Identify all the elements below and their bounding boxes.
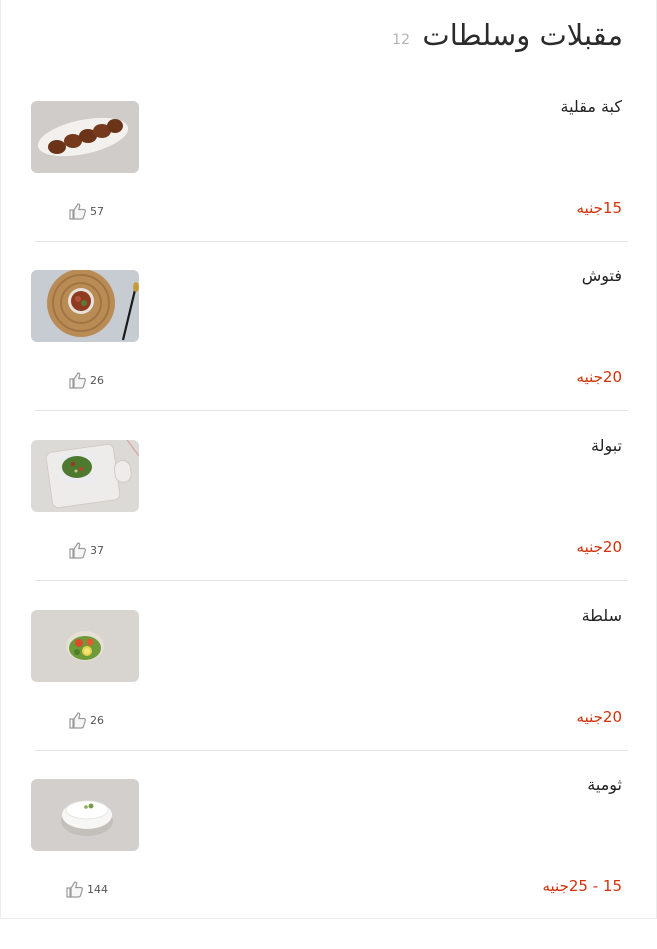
item-price: 20جنيه [576, 708, 622, 726]
menu-item[interactable]: كبة مقلية 57 15جنيه [1, 97, 657, 271]
item-divider [35, 580, 628, 581]
tabbouleh-photo [31, 440, 139, 512]
like-control[interactable]: 57 [68, 202, 104, 220]
item-image[interactable] [31, 779, 139, 851]
item-price: 20جنيه [576, 538, 622, 556]
like-count: 26 [90, 373, 104, 387]
like-control[interactable]: 26 [68, 711, 104, 729]
item-name[interactable]: كبة مقلية [561, 97, 622, 116]
toumieh-photo [31, 779, 139, 851]
item-image[interactable] [31, 610, 139, 682]
item-name[interactable]: سلطة [582, 606, 622, 625]
menu-item[interactable]: سلطة 26 20جنيه [1, 606, 657, 780]
category-item-count: 12 [392, 32, 410, 48]
fattoush-photo [31, 270, 139, 342]
like-control[interactable]: 144 [65, 880, 108, 898]
item-name[interactable]: فتوش [582, 266, 622, 285]
like-count: 37 [90, 543, 104, 557]
item-image[interactable] [31, 440, 139, 512]
menu-item[interactable]: ثومية 144 15 - 25جنيه [1, 775, 657, 949]
thumbs-up-icon[interactable] [65, 880, 85, 898]
thumbs-up-icon[interactable] [68, 711, 88, 729]
menu-item[interactable]: تبولة 37 20جنيه [1, 436, 657, 610]
like-control[interactable]: 26 [68, 371, 104, 389]
salad-photo [31, 610, 139, 682]
like-control[interactable]: 37 [68, 541, 104, 559]
item-price: 20جنيه [576, 368, 622, 386]
like-count: 26 [90, 713, 104, 727]
item-name[interactable]: تبولة [591, 436, 622, 455]
item-divider [35, 750, 628, 751]
like-count: 144 [87, 882, 108, 896]
fried-kibbeh-photo [31, 101, 139, 173]
item-image[interactable] [31, 270, 139, 342]
item-image[interactable] [31, 101, 139, 173]
menu-item[interactable]: فتوش 26 20جنيه [1, 266, 657, 440]
item-price: 15جنيه [576, 199, 622, 217]
item-price: 15 - 25جنيه [542, 877, 622, 895]
thumbs-up-icon[interactable] [68, 541, 88, 559]
item-divider [35, 241, 628, 242]
thumbs-up-icon[interactable] [68, 202, 88, 220]
item-divider [35, 410, 628, 411]
menu-panel: مقبلات وسلطات 12 كبة مقلية 57 15جنيه فتو… [0, 0, 657, 919]
item-name[interactable]: ثومية [587, 775, 622, 794]
thumbs-up-icon[interactable] [68, 371, 88, 389]
category-header: مقبلات وسلطات 12 [1, 18, 623, 58]
like-count: 57 [90, 204, 104, 218]
category-title: مقبلات وسلطات [422, 18, 623, 52]
